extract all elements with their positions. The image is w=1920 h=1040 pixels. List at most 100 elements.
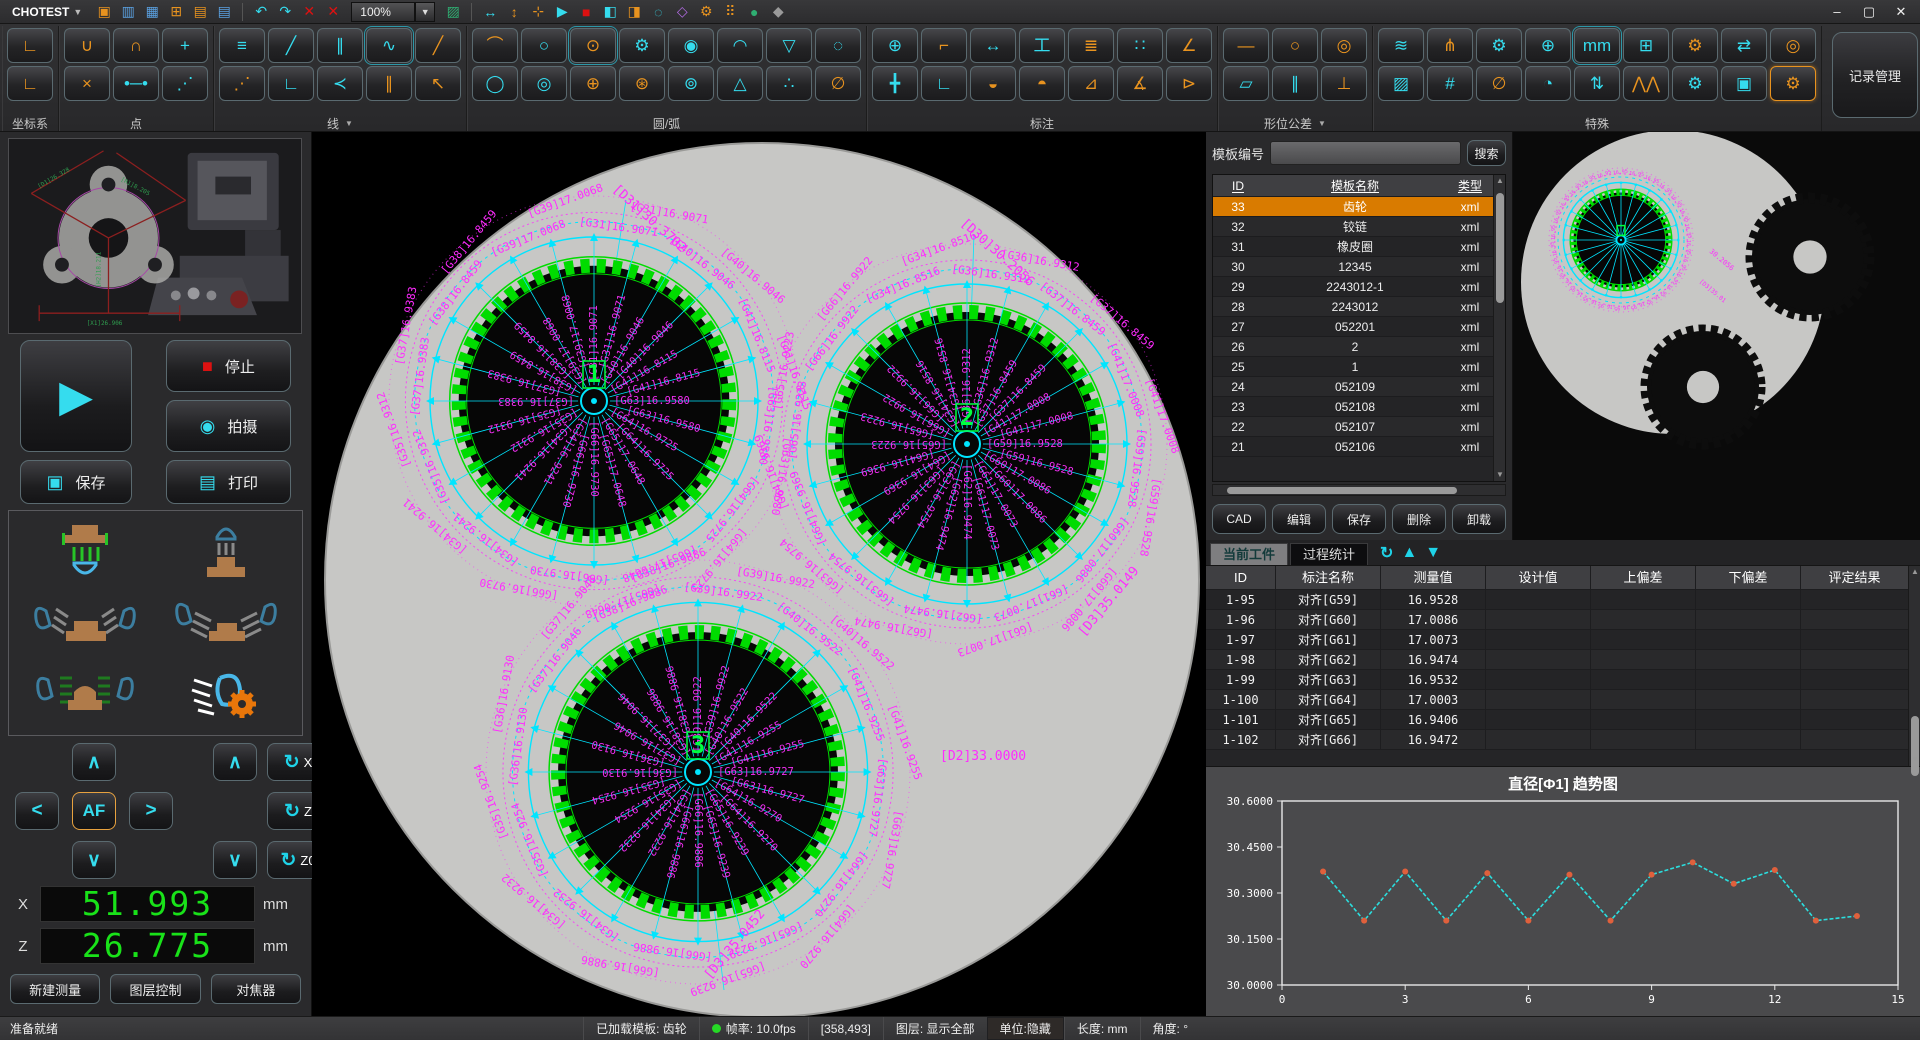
status-length-unit[interactable]: 长度: mm: [1064, 1017, 1140, 1040]
special-frame-icon[interactable]: ▣: [1721, 66, 1767, 101]
status-layer[interactable]: 图层: 显示全部: [883, 1017, 987, 1040]
point-cross-icon[interactable]: +: [162, 28, 208, 63]
circle-triangle-icon[interactable]: △: [717, 66, 763, 101]
save-image-icon[interactable]: ▦: [140, 1, 164, 23]
point-parabola-down-icon[interactable]: ∪: [64, 28, 110, 63]
search-button[interactable]: 搜索: [1467, 140, 1506, 166]
measurement-row[interactable]: 1-102 对齐[G66] 16.9472: [1206, 730, 1908, 750]
stop-button[interactable]: ■ 停止: [166, 340, 291, 392]
globe-icon[interactable]: ●: [742, 1, 766, 23]
template-row[interactable]: 26 2 xml: [1213, 337, 1493, 357]
circle-marked-icon[interactable]: ◉: [668, 28, 714, 63]
save-button[interactable]: ▣ 保存: [20, 460, 132, 504]
template-search-input[interactable]: [1270, 141, 1461, 165]
autofocus-button[interactable]: AF: [72, 792, 116, 830]
template-row[interactable]: 33 齿轮 xml: [1213, 197, 1493, 217]
focus-tool-button[interactable]: 对焦器: [211, 974, 301, 1004]
stage-right-button[interactable]: >: [129, 792, 173, 830]
circle-dashed-icon[interactable]: ◌: [815, 28, 861, 63]
tab-process-statistics[interactable]: 过程统计: [1290, 543, 1368, 565]
dim-radius-icon[interactable]: ◒: [970, 66, 1016, 101]
line-points-icon[interactable]: ⋰: [219, 66, 265, 101]
template-row[interactable]: 22 052107 xml: [1213, 417, 1493, 437]
report-edit-icon[interactable]: ▤: [188, 1, 212, 23]
point-intersection-icon[interactable]: ×: [64, 66, 110, 101]
dim-cross-icon[interactable]: ╋: [872, 66, 918, 101]
template-row[interactable]: 24 052109 xml: [1213, 377, 1493, 397]
circle-plus-icon[interactable]: ⊕: [570, 66, 616, 101]
special-ruler-icon[interactable]: #: [1427, 66, 1473, 101]
scrollbar-thumb[interactable]: [1911, 716, 1919, 776]
dim-angle-icon[interactable]: ∠: [1166, 28, 1212, 63]
csys-world-icon[interactable]: ∟: [7, 28, 53, 63]
print-icon[interactable]: ▤: [212, 1, 236, 23]
special-hatch-icon[interactable]: ▨: [1378, 66, 1424, 101]
special-fork-icon[interactable]: ⋔: [1427, 28, 1473, 63]
template-row[interactable]: 29 2243012-1 xml: [1213, 277, 1493, 297]
dim-diameter-icon[interactable]: ◓: [1019, 66, 1065, 101]
special-gear-pair-icon[interactable]: ⚙: [1476, 28, 1522, 63]
status-unit[interactable]: 单位:隐藏: [987, 1017, 1064, 1040]
line-scan-icon[interactable]: ∿: [366, 28, 412, 63]
print-button[interactable]: ▤ 打印: [166, 460, 291, 504]
measurement-row[interactable]: 1-99 对齐[G63] 16.9532: [1206, 670, 1908, 690]
light-settings-button[interactable]: [186, 664, 266, 723]
circle-select-icon[interactable]: ⊙: [570, 28, 616, 63]
template-row[interactable]: 21 052106 xml: [1213, 437, 1493, 457]
measurement-row[interactable]: 1-98 对齐[G62] 16.9474: [1206, 650, 1908, 670]
move-up-icon[interactable]: ▲: [1401, 544, 1417, 562]
chevron-down-icon[interactable]: ▼: [415, 2, 435, 22]
stage-down-button[interactable]: ∨: [72, 841, 116, 879]
chevron-down-icon[interactable]: ▼: [1318, 119, 1326, 128]
dim-angle3-icon[interactable]: ∡: [1117, 66, 1163, 101]
special-gear3-icon[interactable]: ⚙: [1672, 66, 1718, 101]
dim-vertical-icon[interactable]: 工: [1019, 28, 1065, 63]
circle-gear-icon[interactable]: ⚙: [619, 28, 665, 63]
z-up-button[interactable]: ∧: [213, 743, 257, 781]
line-simple-icon[interactable]: ╱: [415, 28, 461, 63]
dim-target-icon[interactable]: ⊕: [872, 28, 918, 63]
zoom-select[interactable]: 100% ▼: [351, 2, 435, 22]
csys-part-icon[interactable]: ∟: [7, 66, 53, 101]
chevron-down-icon[interactable]: ▼: [345, 119, 353, 128]
open-project-icon[interactable]: ▣: [92, 1, 116, 23]
special-gauge-icon[interactable]: ◔: [1525, 66, 1571, 101]
cad-button[interactable]: CAD: [1212, 504, 1266, 534]
new-measure-button[interactable]: 新建测量: [10, 974, 100, 1004]
point-on-line-icon[interactable]: ⋰: [162, 66, 208, 101]
circle-empty-icon[interactable]: ∅: [815, 66, 861, 101]
special-swap-icon[interactable]: ⇄: [1721, 28, 1767, 63]
line-gap-icon[interactable]: ∥: [366, 66, 412, 101]
special-settings-icon[interactable]: ⚙: [1770, 66, 1816, 101]
line-arrow-icon[interactable]: ↖: [415, 66, 461, 101]
lasso-select-icon[interactable]: ◌: [646, 1, 670, 23]
template-row[interactable]: 23 052108 xml: [1213, 397, 1493, 417]
side-light-b-button[interactable]: [171, 593, 281, 652]
circle-concentric-icon[interactable]: ◎: [521, 66, 567, 101]
special-sort-icon[interactable]: ⇅: [1574, 66, 1620, 101]
line-hatched-icon[interactable]: ≡: [219, 28, 265, 63]
measurement-row[interactable]: 1-95 对齐[G59] 16.9528: [1206, 590, 1908, 610]
scroll-down-icon[interactable]: ▼: [1494, 469, 1506, 481]
robot-arm-icon[interactable]: ◆: [766, 1, 790, 23]
measurement-row[interactable]: 1-96 对齐[G60] 17.0086: [1206, 610, 1908, 630]
light-adjust-icon[interactable]: ⊹: [526, 1, 550, 23]
special-grid-icon[interactable]: ⊞: [1623, 28, 1669, 63]
gdt-concentricity-icon[interactable]: ◎: [1321, 28, 1367, 63]
horizontal-scrollbar[interactable]: [1212, 484, 1506, 496]
template-row[interactable]: 27 052201 xml: [1213, 317, 1493, 337]
dim-array-icon[interactable]: ∷: [1117, 28, 1163, 63]
special-wave-icon[interactable]: ≋: [1378, 28, 1424, 63]
dim-horizontal-icon[interactable]: ↔: [970, 28, 1016, 63]
scrollbar-thumb[interactable]: [1496, 193, 1504, 303]
dim-leader-icon[interactable]: ⊳: [1166, 66, 1212, 101]
vertical-scrollbar[interactable]: ▲ ▼: [1908, 566, 1920, 766]
special-peaks-icon[interactable]: ⋀⋀: [1623, 66, 1669, 101]
circle-points-icon[interactable]: ∴: [766, 66, 812, 101]
template-row[interactable]: 30 12345 xml: [1213, 257, 1493, 277]
delete-all-icon[interactable]: ✕: [321, 1, 345, 23]
play-button[interactable]: ▶: [20, 340, 132, 452]
layer-control-button[interactable]: 图层控制: [110, 974, 200, 1004]
special-target-icon[interactable]: ⊕: [1525, 28, 1571, 63]
special-gear-add-icon[interactable]: ⚙: [1672, 28, 1718, 63]
